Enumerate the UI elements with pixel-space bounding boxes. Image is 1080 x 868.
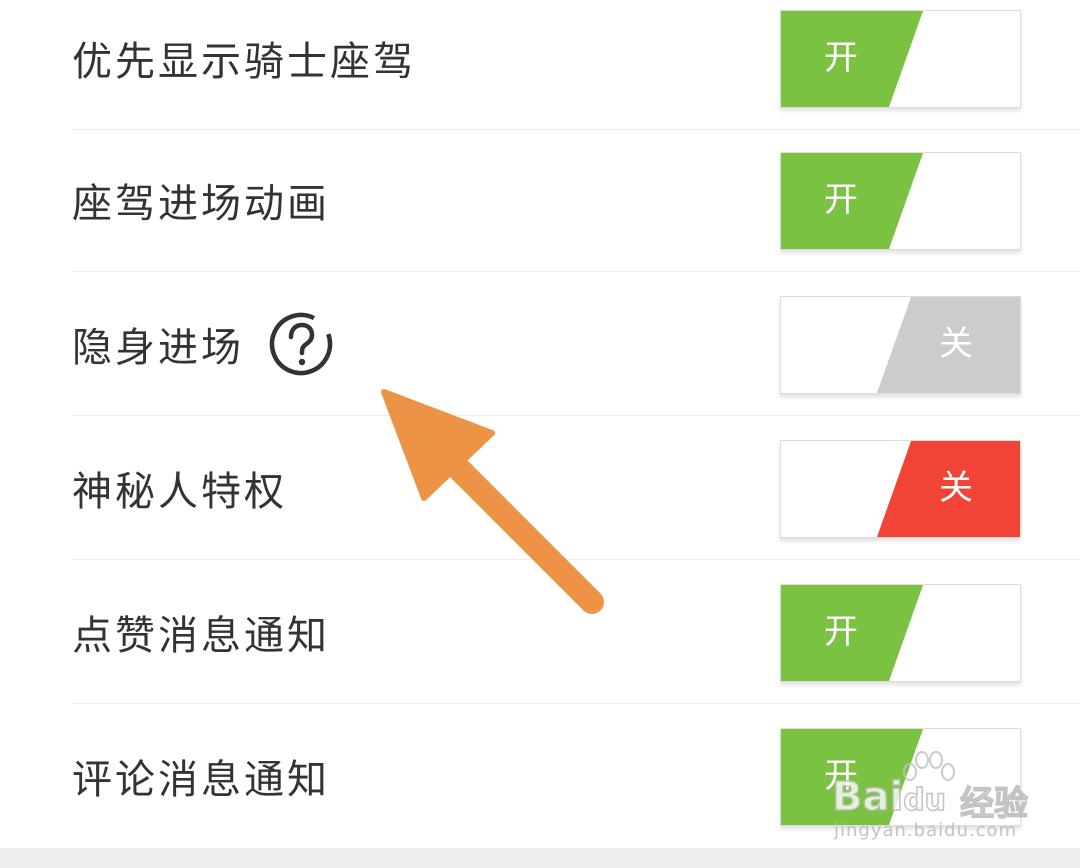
toggle-state-text: 关	[939, 468, 973, 508]
toggle-like-notification[interactable]: 开	[780, 584, 1021, 682]
toggle-fill	[877, 441, 1020, 537]
arrow-up-left-icon	[381, 389, 604, 614]
setting-label: 优先显示骑士座驾	[72, 39, 416, 85]
setting-label-wrap: 评论消息通知	[72, 704, 330, 848]
toggle-fill	[781, 11, 923, 107]
setting-label: 隐身进场	[72, 325, 244, 371]
toggle-mount-entrance-animation[interactable]: 开	[780, 152, 1021, 250]
watermark-brand: Baidu	[831, 773, 947, 821]
settings-screen: 优先显示骑士座驾 开 座驾进场动画 开 隐身进场 关 神秘人特权 关 点赞消息通…	[0, 0, 1080, 868]
setting-label-wrap: 神秘人特权	[72, 416, 287, 560]
setting-label-wrap: 优先显示骑士座驾	[72, 0, 416, 130]
setting-label-wrap: 点赞消息通知	[72, 560, 330, 704]
bottom-bar	[0, 848, 1080, 868]
setting-label-wrap: 隐身进场	[72, 272, 334, 416]
watermark-url: jingyan.baidu.com	[834, 820, 1018, 841]
toggle-state-text: 开	[824, 38, 858, 78]
setting-label: 点赞消息通知	[72, 613, 330, 659]
toggle-stealth-entrance[interactable]: 关	[780, 296, 1021, 394]
toggle-state-text: 关	[939, 324, 973, 364]
setting-label: 评论消息通知	[72, 757, 330, 803]
setting-row-priority-knight-mount: 优先显示骑士座驾 开	[0, 0, 1080, 130]
setting-label: 座驾进场动画	[72, 181, 330, 227]
toggle-priority-knight-mount[interactable]: 开	[780, 10, 1021, 108]
toggle-state-text: 开	[824, 612, 858, 652]
watermark-chinese: 经验	[959, 783, 1028, 824]
toggle-fill	[877, 297, 1020, 393]
toggle-mystery-person-privilege[interactable]: 关	[780, 440, 1021, 538]
baidu-jingyan-watermark: Baidu 经验 jingyan.baidu.com	[831, 748, 1042, 844]
toggle-state-text: 开	[824, 180, 858, 220]
setting-row-mount-entrance-animation: 座驾进场动画 开	[0, 128, 1080, 272]
setting-label: 神秘人特权	[72, 469, 287, 515]
question-circle-icon[interactable]	[268, 311, 334, 377]
toggle-fill	[781, 153, 923, 249]
setting-label-wrap: 座驾进场动画	[72, 128, 330, 272]
toggle-fill	[781, 585, 923, 681]
